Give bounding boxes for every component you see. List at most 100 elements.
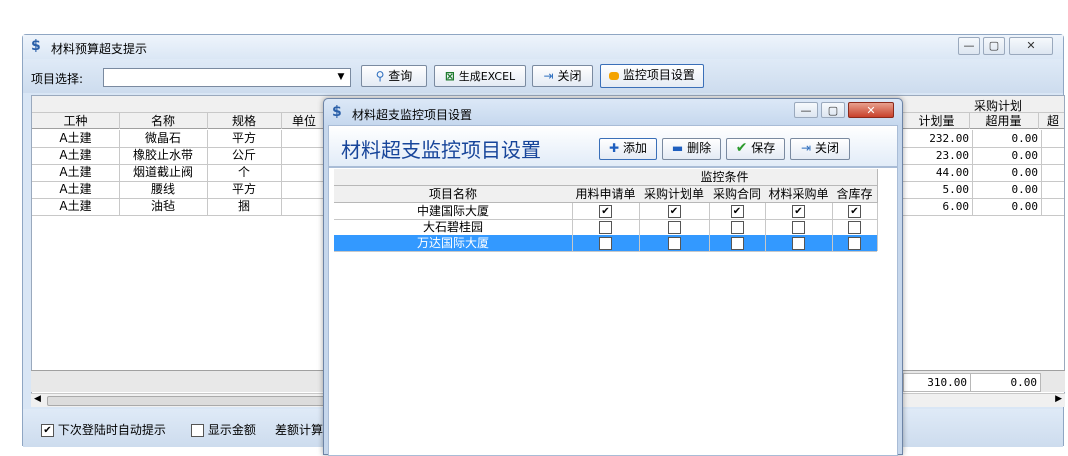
delete-button[interactable]: ▬ 删除 <box>662 138 721 160</box>
col-header-purchase-contract: 采购合同 <box>709 186 766 203</box>
plus-icon: ✚ <box>609 141 620 155</box>
condition-cell <box>832 219 878 235</box>
cell-name: 腰线 <box>119 181 208 198</box>
col-header-material-request: 用料申请单 <box>572 186 640 203</box>
close-window-button[interactable]: ✕ <box>1009 37 1053 55</box>
monitor-icon <box>609 71 620 80</box>
excel-button-label: 生成EXCEL <box>458 70 516 83</box>
cell-name: 橡胶止水带 <box>119 147 208 164</box>
cell-unit <box>281 181 328 198</box>
col-header-plan: 计划量 <box>904 113 970 129</box>
col-header-trade: 工种 <box>32 113 120 129</box>
monitor-settings-dialog: $ 材料超支监控项目设置 — ▢ ✕ 材料超支监控项目设置 ✚ 添加 ▬ 删除 … <box>323 98 903 456</box>
project-name-cell: 中建国际大厦 <box>334 203 573 219</box>
scroll-thumb[interactable] <box>47 396 347 406</box>
purchase-plan-header: 采购计划 <box>973 99 1022 113</box>
checkbox-icon[interactable] <box>667 221 681 234</box>
close-button[interactable]: ⇥ 关闭 <box>532 65 593 87</box>
dialog-close-window-button[interactable]: ✕ <box>848 102 894 118</box>
condition-cell <box>639 219 710 235</box>
checkbox-icon[interactable] <box>730 237 744 250</box>
cell-trade: A土建 <box>32 181 120 198</box>
monitor-settings-label: 监控项目设置 <box>622 68 695 82</box>
dialog-body: 监控条件 项目名称 用料申请单 采购计划单 采购合同 材料采购单 含库存 中建国… <box>328 167 898 456</box>
checkbox-icon[interactable]: ✔ <box>848 205 861 218</box>
checkbox-icon[interactable]: ✔ <box>730 205 744 218</box>
close-icon: ✕ <box>1026 39 1036 52</box>
app-logo-icon: $ <box>31 38 41 54</box>
col-header-unit: 单位 <box>281 113 328 129</box>
list-item[interactable]: 中建国际大厦 ✔ ✔ ✔ ✔ ✔ <box>334 203 878 220</box>
main-toolbar: 项目选择: ▼ ⚲ 查询 ⊠ 生成EXCEL ⇥ 关闭 监控项目设置 <box>23 59 1063 93</box>
main-title-bar: $ 材料预算超支提示 — ▢ ✕ <box>23 35 1063 59</box>
checkbox-icon[interactable] <box>730 221 744 234</box>
cell-plan: 5.00 <box>904 181 973 198</box>
list-item[interactable]: 万达国际大厦 <box>334 235 878 252</box>
minus-icon: ▬ <box>671 141 684 155</box>
monitor-conditions-header: 监控条件 <box>572 169 878 186</box>
excel-icon: ⊠ <box>444 69 455 83</box>
checkbox-icon[interactable] <box>599 237 612 250</box>
project-name-cell: 万达国际大厦 <box>334 235 573 251</box>
project-select-combobox[interactable]: ▼ <box>103 68 351 87</box>
cell-spec: 平方 <box>207 130 282 147</box>
cell-over: 0.00 <box>969 147 1042 164</box>
cell-name: 微晶石 <box>119 130 208 147</box>
checkbox-icon[interactable]: ✔ <box>599 205 612 218</box>
cell-over: 0.00 <box>969 130 1042 147</box>
monitor-settings-button[interactable]: 监控项目设置 <box>600 64 704 88</box>
checkbox-icon[interactable] <box>848 221 861 234</box>
cell-unit <box>281 130 328 147</box>
exit-door-icon: ⇥ <box>801 141 812 155</box>
list-item[interactable]: 大石碧桂园 <box>334 219 878 236</box>
project-name-cell: 大石碧桂园 <box>334 219 573 235</box>
query-button-label: 查询 <box>388 69 413 83</box>
app-logo-icon: $ <box>332 104 342 120</box>
minimize-button[interactable]: — <box>958 37 980 55</box>
project-select-label: 项目选择: <box>31 72 84 86</box>
cell-spec: 公斤 <box>207 147 282 164</box>
show-amount-label: 显示金额 <box>207 423 256 437</box>
checkbox-icon[interactable] <box>792 237 805 250</box>
checkbox-icon[interactable] <box>599 221 612 234</box>
cell-trade: A土建 <box>32 147 120 164</box>
cell-unit <box>281 198 328 215</box>
col-header-project-name: 项目名称 <box>334 186 573 203</box>
scroll-right-icon[interactable]: ▶ <box>1055 394 1062 404</box>
dialog-maximize-button[interactable]: ▢ <box>821 102 845 118</box>
minimize-icon: — <box>963 39 975 52</box>
scroll-left-icon[interactable]: ◀ <box>34 394 41 404</box>
save-button[interactable]: ✔ 保存 <box>726 138 785 160</box>
minimize-icon: — <box>800 104 812 117</box>
cell-spec: 平方 <box>207 181 282 198</box>
diff-calc-label: 差额计算 <box>275 423 324 437</box>
condition-cell <box>709 219 766 235</box>
show-amount-checkbox[interactable]: 显示金额 <box>191 421 256 438</box>
cell-plan: 23.00 <box>904 147 973 164</box>
condition-cell: ✔ <box>709 203 766 219</box>
checkbox-icon[interactable]: ✔ <box>792 205 805 218</box>
cell-over-pct <box>1038 164 1064 181</box>
checkbox-icon[interactable] <box>848 237 861 250</box>
grid-blank-header <box>334 169 573 186</box>
excel-button[interactable]: ⊠ 生成EXCEL <box>434 65 526 87</box>
query-button[interactable]: ⚲ 查询 <box>361 65 427 87</box>
checkbox-icon[interactable] <box>792 221 805 234</box>
chevron-down-icon[interactable]: ▼ <box>334 70 348 85</box>
add-button[interactable]: ✚ 添加 <box>599 138 657 160</box>
dialog-minimize-button[interactable]: — <box>794 102 818 118</box>
maximize-icon: ▢ <box>827 104 839 117</box>
maximize-button[interactable]: ▢ <box>983 37 1005 55</box>
dialog-close-button[interactable]: ⇥ 关闭 <box>790 138 850 160</box>
condition-cell: ✔ <box>832 203 878 219</box>
auto-prompt-label: 下次登陆时自动提示 <box>57 423 166 437</box>
cell-name: 油毡 <box>119 198 208 215</box>
checkbox-icon[interactable] <box>667 237 681 250</box>
total-over: 0.00 <box>970 373 1041 392</box>
cell-over-pct <box>1038 198 1064 215</box>
checkbox-icon[interactable]: ✔ <box>667 205 681 218</box>
col-header-include-stock: 含库存 <box>832 186 878 203</box>
cell-over-pct <box>1038 130 1064 147</box>
auto-prompt-checkbox[interactable]: ✔ 下次登陆时自动提示 <box>41 421 166 438</box>
dialog-header-title: 材料超支监控项目设置 <box>341 138 541 162</box>
